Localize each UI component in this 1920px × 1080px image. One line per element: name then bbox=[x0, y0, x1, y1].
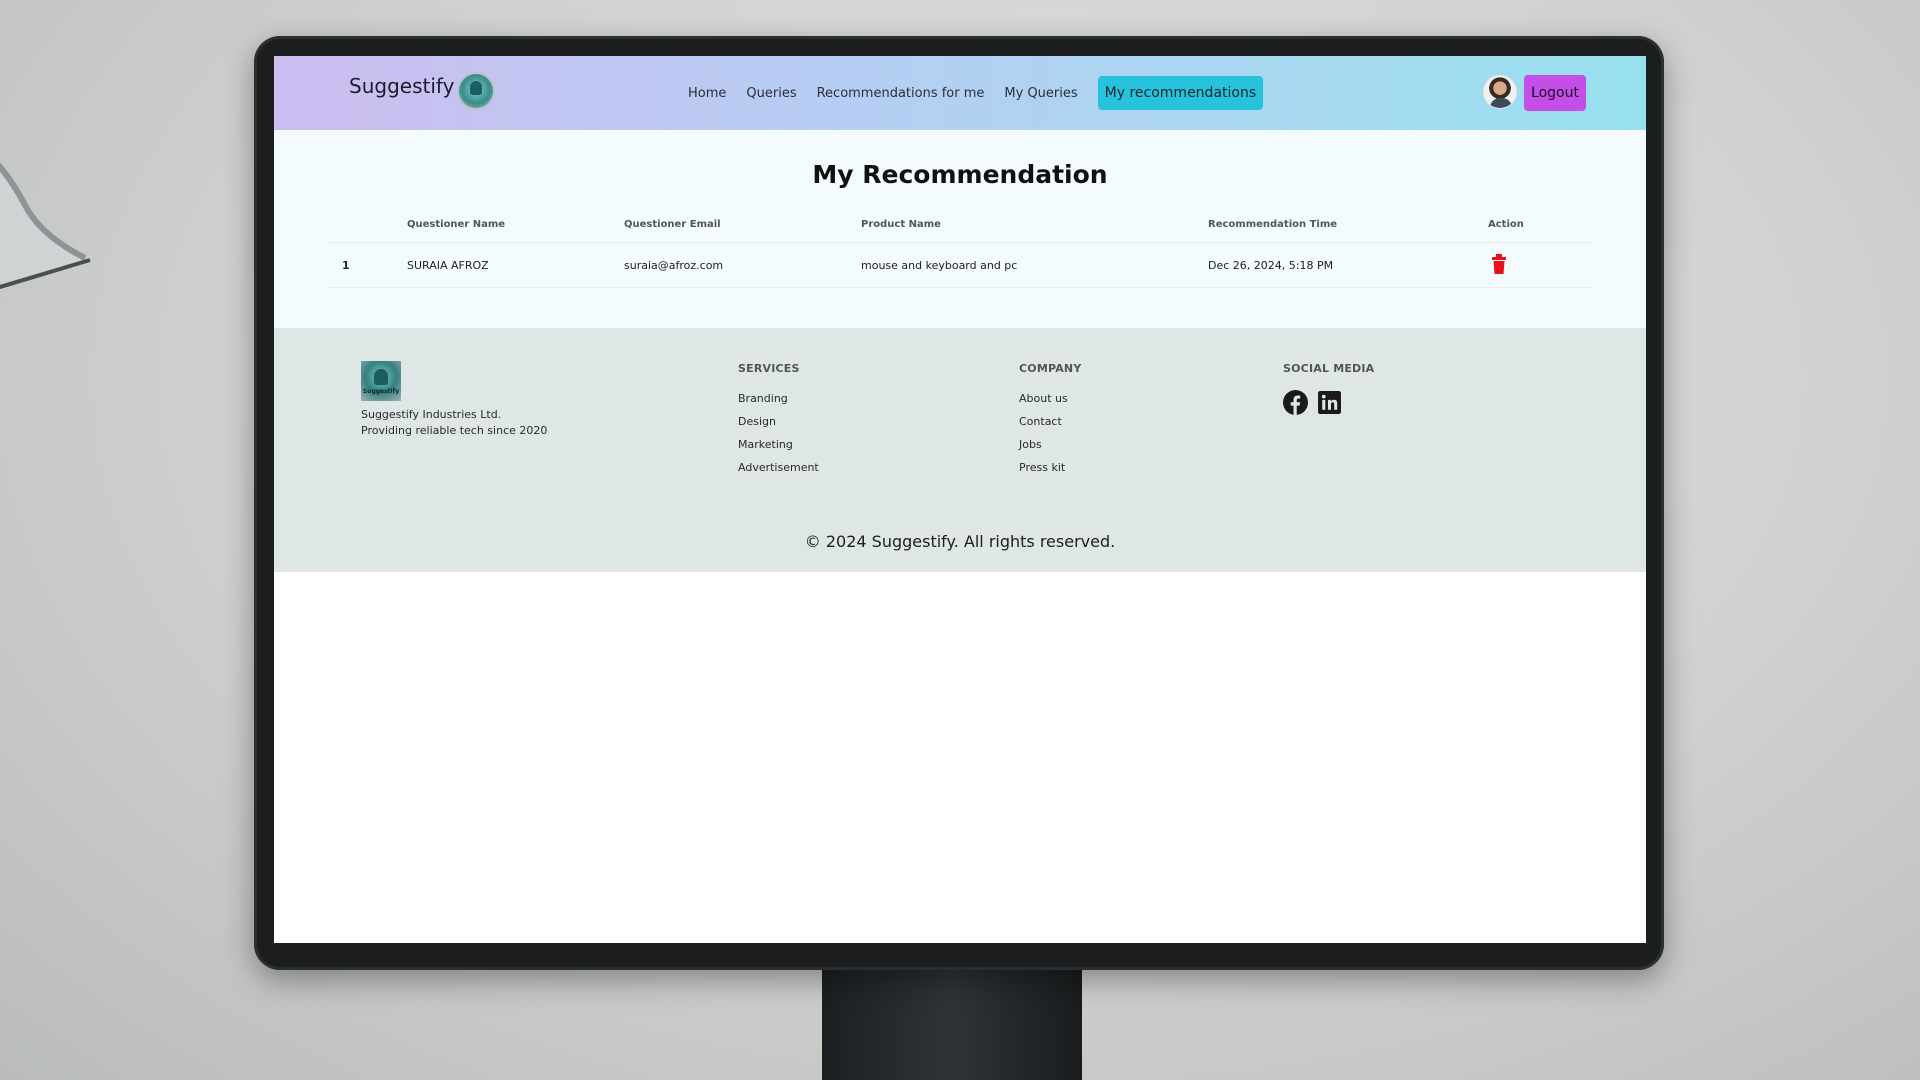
footer-link-press-kit[interactable]: Press kit bbox=[1019, 461, 1065, 474]
lamp-decoration bbox=[0, 161, 91, 290]
monitor-frame: Suggestify Home Queries Recommendations … bbox=[254, 36, 1664, 970]
column-header-questioner-email: Questioner Email bbox=[624, 219, 721, 230]
empty-page-area bbox=[274, 572, 1646, 943]
recommendation-time-cell: Dec 26, 2024, 5:18 PM bbox=[1208, 259, 1334, 272]
questioner-email-cell: suraia@afroz.com bbox=[624, 259, 724, 272]
trash-icon[interactable] bbox=[1492, 254, 1506, 274]
linkedin-icon[interactable] bbox=[1317, 390, 1342, 415]
company-tagline: Providing reliable tech since 2020 bbox=[361, 424, 548, 437]
table-row-divider bbox=[327, 287, 1593, 288]
column-header-action: Action bbox=[1488, 219, 1524, 230]
footer-logo-icon[interactable]: Suggestify bbox=[361, 361, 401, 401]
nav-recommendations-for-me[interactable]: Recommendations for me bbox=[817, 86, 985, 101]
footer-logo-text: Suggestify bbox=[362, 388, 400, 395]
footer-link-jobs[interactable]: Jobs bbox=[1019, 438, 1042, 451]
monitor-stand bbox=[822, 965, 1082, 1080]
column-header-product-name: Product Name bbox=[861, 219, 941, 230]
footer-link-branding[interactable]: Branding bbox=[738, 392, 788, 405]
footer-link-advertisement[interactable]: Advertisement bbox=[738, 461, 819, 474]
column-header-questioner-name: Questioner Name bbox=[407, 219, 506, 230]
footer: Suggestify Suggestify Industries Ltd. Pr… bbox=[274, 328, 1646, 572]
social-media-heading: SOCIAL MEDIA bbox=[1283, 362, 1375, 375]
footer-link-design[interactable]: Design bbox=[738, 415, 776, 428]
logout-button[interactable]: Logout bbox=[1524, 75, 1586, 111]
questioner-name-cell: SURAIA AFROZ bbox=[407, 259, 489, 272]
nav-queries[interactable]: Queries bbox=[746, 86, 796, 101]
browser-screen: Suggestify Home Queries Recommendations … bbox=[274, 56, 1646, 943]
nav-my-recommendations[interactable]: My recommendations bbox=[1097, 76, 1264, 110]
footer-link-marketing[interactable]: Marketing bbox=[738, 438, 793, 451]
product-name-cell: mouse and keyboard and pc bbox=[861, 259, 1018, 272]
nav-home[interactable]: Home bbox=[688, 86, 726, 101]
company-name: Suggestify Industries Ltd. bbox=[361, 408, 502, 421]
company-heading: COMPANY bbox=[1019, 362, 1082, 375]
copyright-text: © 2024 Suggestify. All rights reserved. bbox=[804, 532, 1116, 551]
navbar: Suggestify Home Queries Recommendations … bbox=[274, 56, 1646, 130]
nav-my-queries[interactable]: My Queries bbox=[1004, 86, 1077, 101]
footer-link-contact[interactable]: Contact bbox=[1019, 415, 1062, 428]
facebook-icon[interactable] bbox=[1283, 390, 1308, 415]
footer-link-about-us[interactable]: About us bbox=[1019, 392, 1068, 405]
user-avatar[interactable] bbox=[1483, 75, 1517, 109]
brand-logo-icon[interactable] bbox=[457, 72, 495, 110]
brand-name[interactable]: Suggestify bbox=[349, 74, 454, 98]
nav-links: Home Queries Recommendations for me My Q… bbox=[688, 56, 1264, 130]
services-heading: SERVICES bbox=[738, 362, 800, 375]
table-header-divider bbox=[327, 242, 1593, 243]
row-index: 1 bbox=[342, 259, 350, 272]
page-title: My Recommendation bbox=[812, 160, 1108, 189]
column-header-recommendation-time: Recommendation Time bbox=[1208, 219, 1338, 230]
